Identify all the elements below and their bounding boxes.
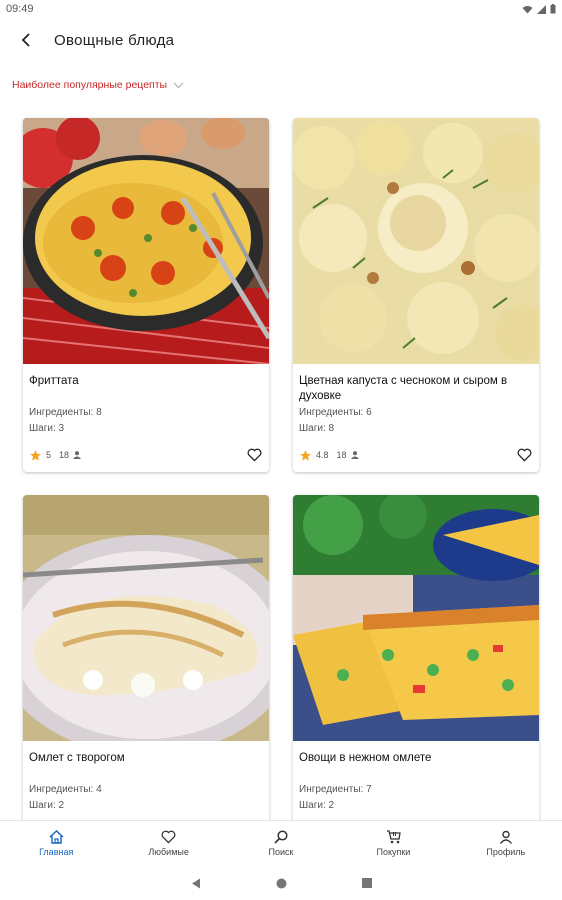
ratings-count: 18: [59, 450, 70, 460]
nav-search-label: Поиск: [268, 847, 294, 857]
nav-shopping-label: Покупки: [376, 847, 411, 857]
nav-profile[interactable]: Профиль: [450, 821, 562, 866]
recipe-title: Омлет с творогом: [29, 752, 125, 764]
person-icon: [350, 451, 359, 459]
recipe-image: [293, 495, 539, 741]
recipe-ingredients: Ингредиенты: 6: [299, 407, 372, 418]
recipe-card[interactable]: Цветная капуста с чесноком и сыром в дух…: [293, 118, 539, 472]
wifi-icon: [522, 5, 533, 13]
nav-favorites[interactable]: Любимые: [112, 821, 224, 866]
recipe-steps: Шаги: 8: [299, 423, 335, 434]
rating-value: 4.8: [316, 450, 329, 460]
home-icon: [49, 830, 64, 844]
recipe-steps: Шаги: 2: [29, 800, 65, 811]
search-icon: [274, 830, 288, 844]
rating-value: 5: [46, 450, 52, 460]
recipe-card[interactable]: Овощи в нежном омлете Ингредиенты: 7 Шаг…: [293, 495, 539, 835]
person-icon: [499, 830, 512, 844]
heart-outline-icon: [247, 448, 261, 462]
status-icons: [522, 4, 556, 14]
recipe-card-body: Цветная капуста с чесноком и сыром в дух…: [293, 364, 539, 472]
status-bar: 09:49: [0, 0, 562, 18]
recipe-image: [293, 118, 539, 364]
back-button[interactable]: [8, 22, 44, 58]
arrow-back-icon: [21, 33, 30, 47]
heart-outline-icon: [517, 448, 531, 462]
status-time: 09:49: [6, 3, 34, 15]
nav-home[interactable]: Главная: [0, 821, 112, 866]
cart-icon: [386, 830, 401, 844]
recipe-title: Цветная капуста с чесноком и сыром в дух…: [299, 375, 508, 402]
battery-icon: [550, 4, 556, 14]
nav-home-label: Главная: [39, 847, 74, 857]
bottom-navigation: Главная Любимые Поиск Покупки Профиль: [0, 820, 562, 866]
recipe-ingredients: Ингредиенты: 7: [299, 784, 372, 795]
system-navigation-bar: [0, 866, 562, 900]
favorite-button[interactable]: [245, 446, 263, 464]
system-home-icon[interactable]: [276, 878, 287, 889]
heart-icon: [161, 830, 176, 844]
nav-profile-label: Профиль: [486, 847, 526, 857]
sort-filter-dropdown[interactable]: Наиболее популярные рецепты: [12, 79, 184, 91]
nav-shopping[interactable]: Покупки: [337, 821, 449, 866]
recipe-card[interactable]: Омлет с творогом Ингредиенты: 4 Шаги: 2: [23, 495, 269, 835]
recipe-steps: Шаги: 3: [29, 423, 65, 434]
recipe-rating: 4.8 18: [299, 449, 359, 462]
recipe-ingredients: Ингредиенты: 8: [29, 407, 102, 418]
star-icon: [30, 449, 41, 461]
star-icon: [300, 449, 311, 461]
signal-icon: [537, 4, 546, 14]
system-back-icon[interactable]: [191, 878, 201, 889]
page-title: Овощные блюда: [54, 31, 175, 49]
recipe-rating: 5 18: [29, 449, 82, 462]
recipe-card[interactable]: Фриттата Ингредиенты: 8 Шаги: 3 5 18: [23, 118, 269, 472]
recipe-image: [23, 118, 269, 364]
nav-search[interactable]: Поиск: [225, 821, 337, 866]
chevron-down-icon: [173, 82, 184, 88]
recipe-steps: Шаги: 2: [299, 800, 335, 811]
recipe-image: [23, 495, 269, 741]
app-bar: Овощные блюда: [0, 22, 562, 58]
ratings-count: 18: [336, 450, 347, 460]
recipe-title: Овощи в нежном омлете: [299, 752, 432, 764]
recipe-ingredients: Ингредиенты: 4: [29, 784, 102, 795]
sort-filter-label: Наиболее популярные рецепты: [12, 79, 168, 91]
system-recents-icon[interactable]: [361, 878, 372, 888]
recipe-footer: 5 18: [29, 446, 263, 464]
recipe-card-body: Фриттата Ингредиенты: 8 Шаги: 3 5 18: [23, 364, 269, 472]
favorite-button[interactable]: [515, 446, 533, 464]
recipe-footer: 4.8 18: [299, 446, 533, 464]
person-icon: [73, 451, 82, 459]
nav-favorites-label: Любимые: [148, 847, 189, 857]
recipe-title: Фриттата: [29, 375, 79, 387]
